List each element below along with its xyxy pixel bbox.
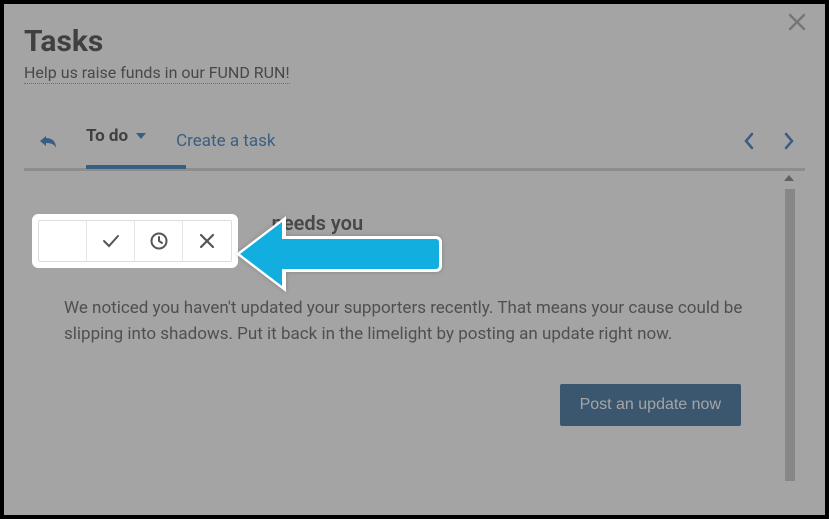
chevron-down-icon [136,132,146,140]
snooze-button[interactable] [135,221,183,261]
active-tab-underline [86,165,186,169]
task-action-toolbar [38,220,232,262]
page-subtitle: Help us raise funds in our FUND RUN! [24,63,290,84]
create-task-link[interactable]: Create a task [176,131,275,151]
filter-label: To do [86,126,128,146]
clock-icon [149,231,169,251]
cta-row: Post an update now [64,384,761,426]
app-frame: Tasks Help us raise funds in our FUND RU… [0,0,829,519]
x-icon [198,232,216,250]
filter-dropdown[interactable]: To do [86,126,146,156]
reply-icon[interactable] [38,132,58,150]
scrollbar-up-icon[interactable] [783,173,795,183]
close-icon[interactable] [787,12,807,32]
arrow-head-icon [240,222,282,286]
prev-button[interactable] [743,132,755,150]
task-body: We noticed you haven't updated your supp… [64,295,761,348]
post-update-button[interactable]: Post an update now [560,384,741,426]
mark-done-button[interactable] [87,221,135,261]
arrow-shaft [282,236,442,272]
toolbar: To do Create a task [24,126,805,166]
task-scroll-area: XXXXXXXXXXXXXXXX needs you We noticed yo… [24,171,805,491]
dismiss-button[interactable] [183,221,231,261]
pager [743,132,799,150]
action-spacer [39,221,87,261]
next-button[interactable] [783,132,795,150]
annotation-arrow [240,222,442,286]
scrollbar[interactable] [785,189,795,481]
check-icon [101,231,121,251]
task-card: XXXXXXXXXXXXXXXX needs you We noticed yo… [24,171,791,446]
page-title: Tasks [24,24,805,59]
